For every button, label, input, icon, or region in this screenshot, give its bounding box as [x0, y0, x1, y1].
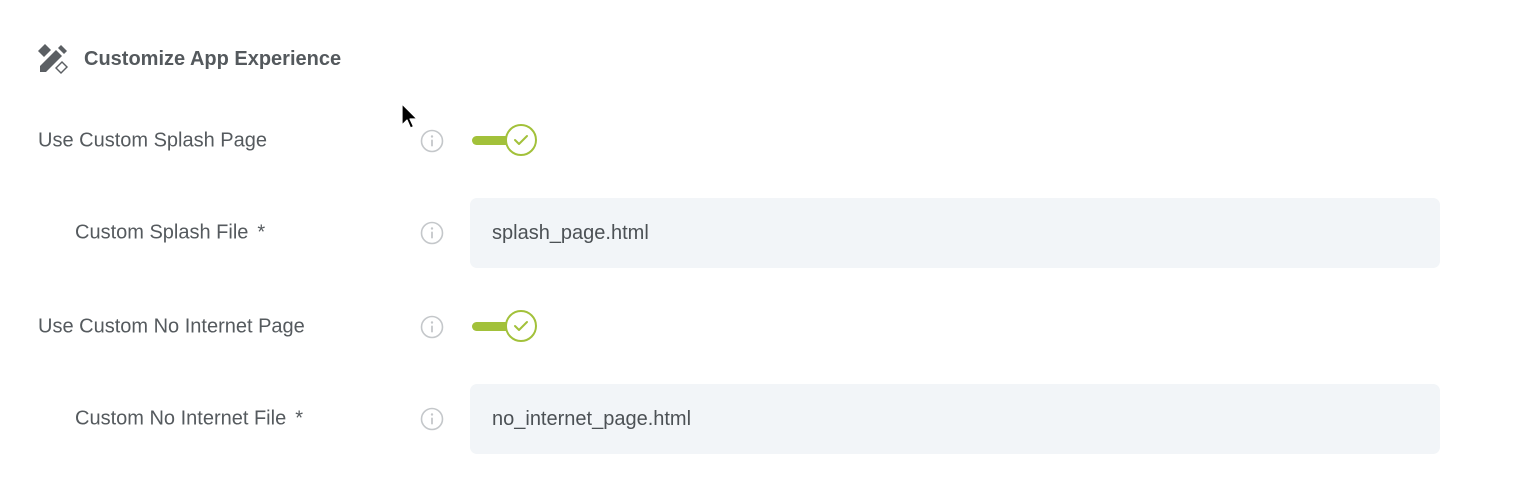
- info-icon[interactable]: [420, 315, 444, 339]
- toggle-knob: [505, 124, 537, 156]
- check-icon: [514, 321, 528, 331]
- custom-splash-file-input[interactable]: [470, 198, 1440, 268]
- required-marker: *: [257, 221, 266, 244]
- toggle-knob: [505, 310, 537, 342]
- setting-label-text: Custom Splash File: [75, 221, 249, 244]
- setting-label: Custom Splash File *: [75, 222, 265, 245]
- setting-label: Custom No Internet File *: [75, 408, 303, 431]
- setting-row-custom-splash-page: Use Custom Splash Page: [0, 106, 1536, 176]
- edit-design-icon: [36, 42, 70, 76]
- custom-no-internet-file-input[interactable]: [470, 384, 1440, 454]
- required-marker: *: [295, 407, 303, 430]
- section-title: Customize App Experience: [84, 47, 342, 70]
- custom-no-internet-page-toggle[interactable]: [470, 309, 542, 345]
- setting-row-custom-splash-file: Custom Splash File *: [0, 198, 1536, 268]
- setting-label-text: Custom No Internet File: [75, 407, 287, 430]
- custom-splash-page-toggle[interactable]: [470, 123, 542, 159]
- check-icon: [514, 135, 528, 145]
- info-icon[interactable]: [420, 407, 444, 431]
- info-icon[interactable]: [420, 129, 444, 153]
- info-icon[interactable]: [420, 221, 444, 245]
- setting-label: Use Custom Splash Page: [38, 129, 268, 152]
- setting-row-custom-no-internet-file: Custom No Internet File *: [0, 384, 1536, 454]
- section-header: Customize App Experience: [36, 40, 341, 78]
- setting-label: Use Custom No Internet Page: [38, 315, 305, 338]
- setting-row-custom-no-internet-page: Use Custom No Internet Page: [0, 292, 1536, 362]
